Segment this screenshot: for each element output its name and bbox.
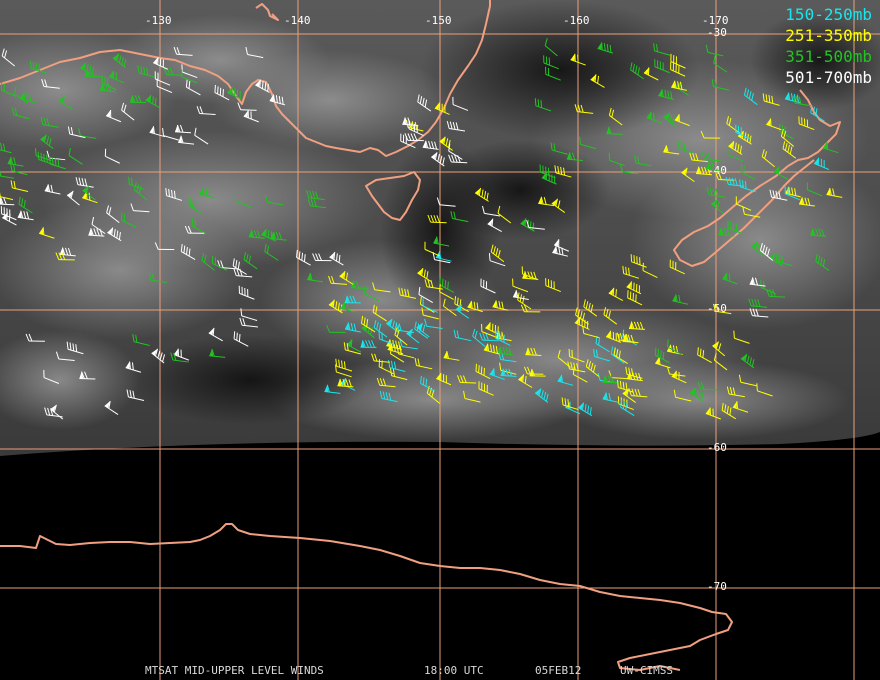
map-canvas: -130 -140 -150 -160 -170 -30 -40 -50 -60… — [0, 0, 880, 680]
lon-label: -150 — [425, 14, 452, 27]
source-label: UW-CIMSS — [620, 664, 673, 677]
image-footer: MTSAT MID-UPPER LEVEL WINDS 18:00 UTC 05… — [0, 664, 880, 678]
time-label: 18:00 UTC — [424, 664, 484, 677]
antarctica-coast — [0, 523, 733, 671]
lon-label: -130 — [145, 14, 172, 27]
legend-item-501-700: 501-700mb — [785, 68, 872, 87]
satellite-wind-map: -130 -140 -150 -160 -170 -30 -40 -50 -60… — [0, 0, 880, 680]
date-label: 05FEB12 — [535, 664, 582, 677]
lat-label: -30 — [707, 26, 727, 39]
lon-label: -140 — [284, 14, 311, 27]
legend-item-351-500: 351-500mb — [785, 47, 872, 66]
lat-label: -70 — [707, 580, 727, 593]
legend-item-251-350: 251-350mb — [785, 26, 872, 45]
pressure-legend: 150-250mb 251-350mb 351-500mb 501-700mb — [785, 4, 872, 88]
lat-label: -60 — [707, 441, 727, 454]
satellite-label: MTSAT MID-UPPER LEVEL WINDS — [145, 664, 324, 677]
lon-label: -160 — [563, 14, 590, 27]
legend-item-150-250: 150-250mb — [785, 5, 872, 24]
